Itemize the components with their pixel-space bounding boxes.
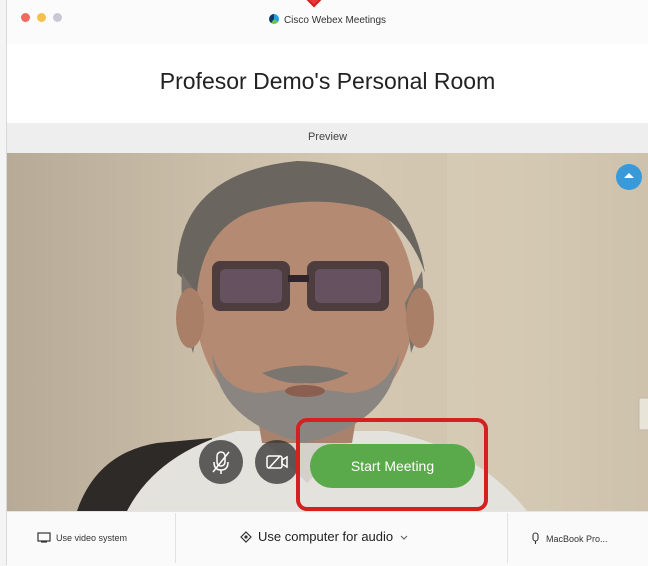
use-video-system-button[interactable]: Use video system xyxy=(37,532,127,543)
mute-button[interactable] xyxy=(199,440,243,484)
microphone-icon xyxy=(532,532,539,544)
stop-video-button[interactable] xyxy=(255,440,299,484)
microphone-label: MacBook Pro... xyxy=(546,533,608,544)
display-icon xyxy=(37,532,51,543)
title-bar: Cisco Webex Meetings xyxy=(7,0,648,44)
video-camera-icon xyxy=(266,455,288,469)
webex-logo-icon xyxy=(268,14,279,24)
annotation-highlight xyxy=(296,418,488,511)
audio-label: Use computer for audio xyxy=(258,529,394,544)
app-title-text: Cisco Webex Meetings xyxy=(283,15,387,26)
audio-connect-icon xyxy=(240,530,252,543)
microphone-selector[interactable]: MacBook Pro... xyxy=(531,532,608,545)
bottom-divider xyxy=(507,513,508,563)
webex-window: Cisco Webex Meetings Profesor Demo's Per… xyxy=(6,0,648,566)
video-system-label: Use video system xyxy=(56,532,128,543)
microphone-muted-icon xyxy=(212,451,230,474)
audio-connection-dropdown[interactable]: Use computer for audio xyxy=(239,529,409,544)
chevron-down-icon xyxy=(400,535,408,540)
bottom-divider xyxy=(175,513,176,563)
window-title: Cisco Webex Meetings xyxy=(7,14,648,26)
room-title: Profesor Demo's Personal Room xyxy=(159,68,496,94)
preview-label: Preview xyxy=(307,131,348,143)
collapse-preview-button[interactable] xyxy=(616,164,642,190)
chevron-up-icon xyxy=(624,173,634,178)
